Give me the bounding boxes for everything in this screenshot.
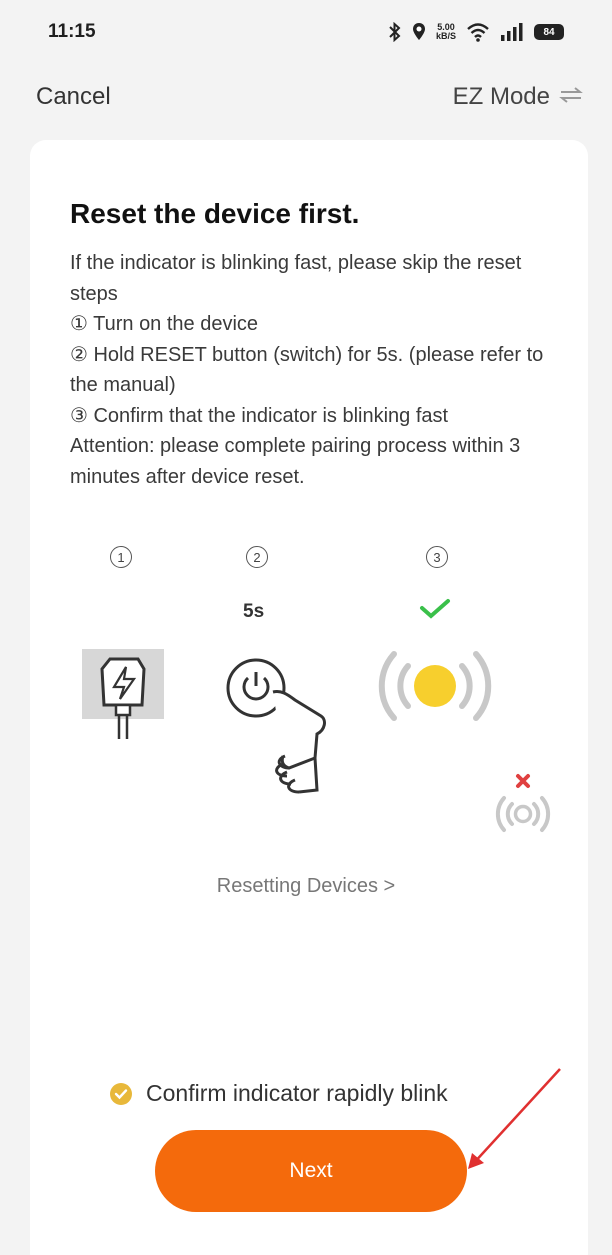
speed-unit: kB/S — [435, 31, 456, 41]
swap-arrows-icon — [558, 86, 584, 109]
next-button[interactable]: Next — [155, 1130, 467, 1212]
step-number-1: 1 — [110, 546, 132, 568]
signal-icon — [500, 22, 524, 42]
battery-indicator: 84 — [534, 24, 564, 40]
cancel-button[interactable]: Cancel — [36, 83, 111, 111]
instruction-step-1: ① Turn on the device — [70, 313, 259, 335]
page-title: Reset the device first. — [70, 198, 360, 229]
confirm-blink-checkbox[interactable]: Confirm indicator rapidly blink — [110, 1080, 448, 1107]
status-icons: 5.00 kB/S 84 — [388, 22, 564, 42]
status-time: 11:15 — [48, 21, 96, 42]
instruction-step-3: ③ Confirm that the indicator is blinking… — [70, 404, 449, 427]
network-speed: 5.00 kB/S — [436, 23, 456, 41]
power-plug-icon — [80, 645, 166, 746]
instructions: If the indicator is blinking fast, pleas… — [70, 248, 560, 492]
blinking-indicator-icon — [372, 640, 498, 737]
mode-label: EZ Mode — [452, 83, 550, 110]
resetting-devices-link[interactable]: Resetting Devices > — [0, 875, 612, 898]
instruction-attention: Attention: please complete pairing proce… — [70, 435, 521, 488]
confirm-label: Confirm indicator rapidly blink — [146, 1080, 448, 1106]
step-number-3: 3 — [426, 546, 448, 568]
step-number-2: 2 — [246, 546, 268, 568]
bluetooth-icon — [388, 22, 402, 42]
top-nav: Cancel EZ Mode — [0, 72, 612, 122]
mode-switch[interactable]: EZ Mode — [453, 83, 584, 111]
location-icon — [412, 22, 426, 42]
success-check-icon — [418, 598, 452, 625]
slow-blink-fail-icon — [492, 770, 556, 841]
instruction-skip: If the indicator is blinking fast, pleas… — [70, 252, 522, 305]
instruction-step-2: ② Hold RESET button (switch) for 5s. (pl… — [70, 343, 544, 397]
hold-duration-label: 5s — [243, 601, 265, 622]
check-circle-icon[interactable] — [110, 1082, 132, 1105]
press-reset-icon — [225, 650, 335, 805]
status-bar: 11:15 5.00 kB/S 84 — [0, 0, 612, 64]
wifi-icon — [466, 22, 490, 42]
